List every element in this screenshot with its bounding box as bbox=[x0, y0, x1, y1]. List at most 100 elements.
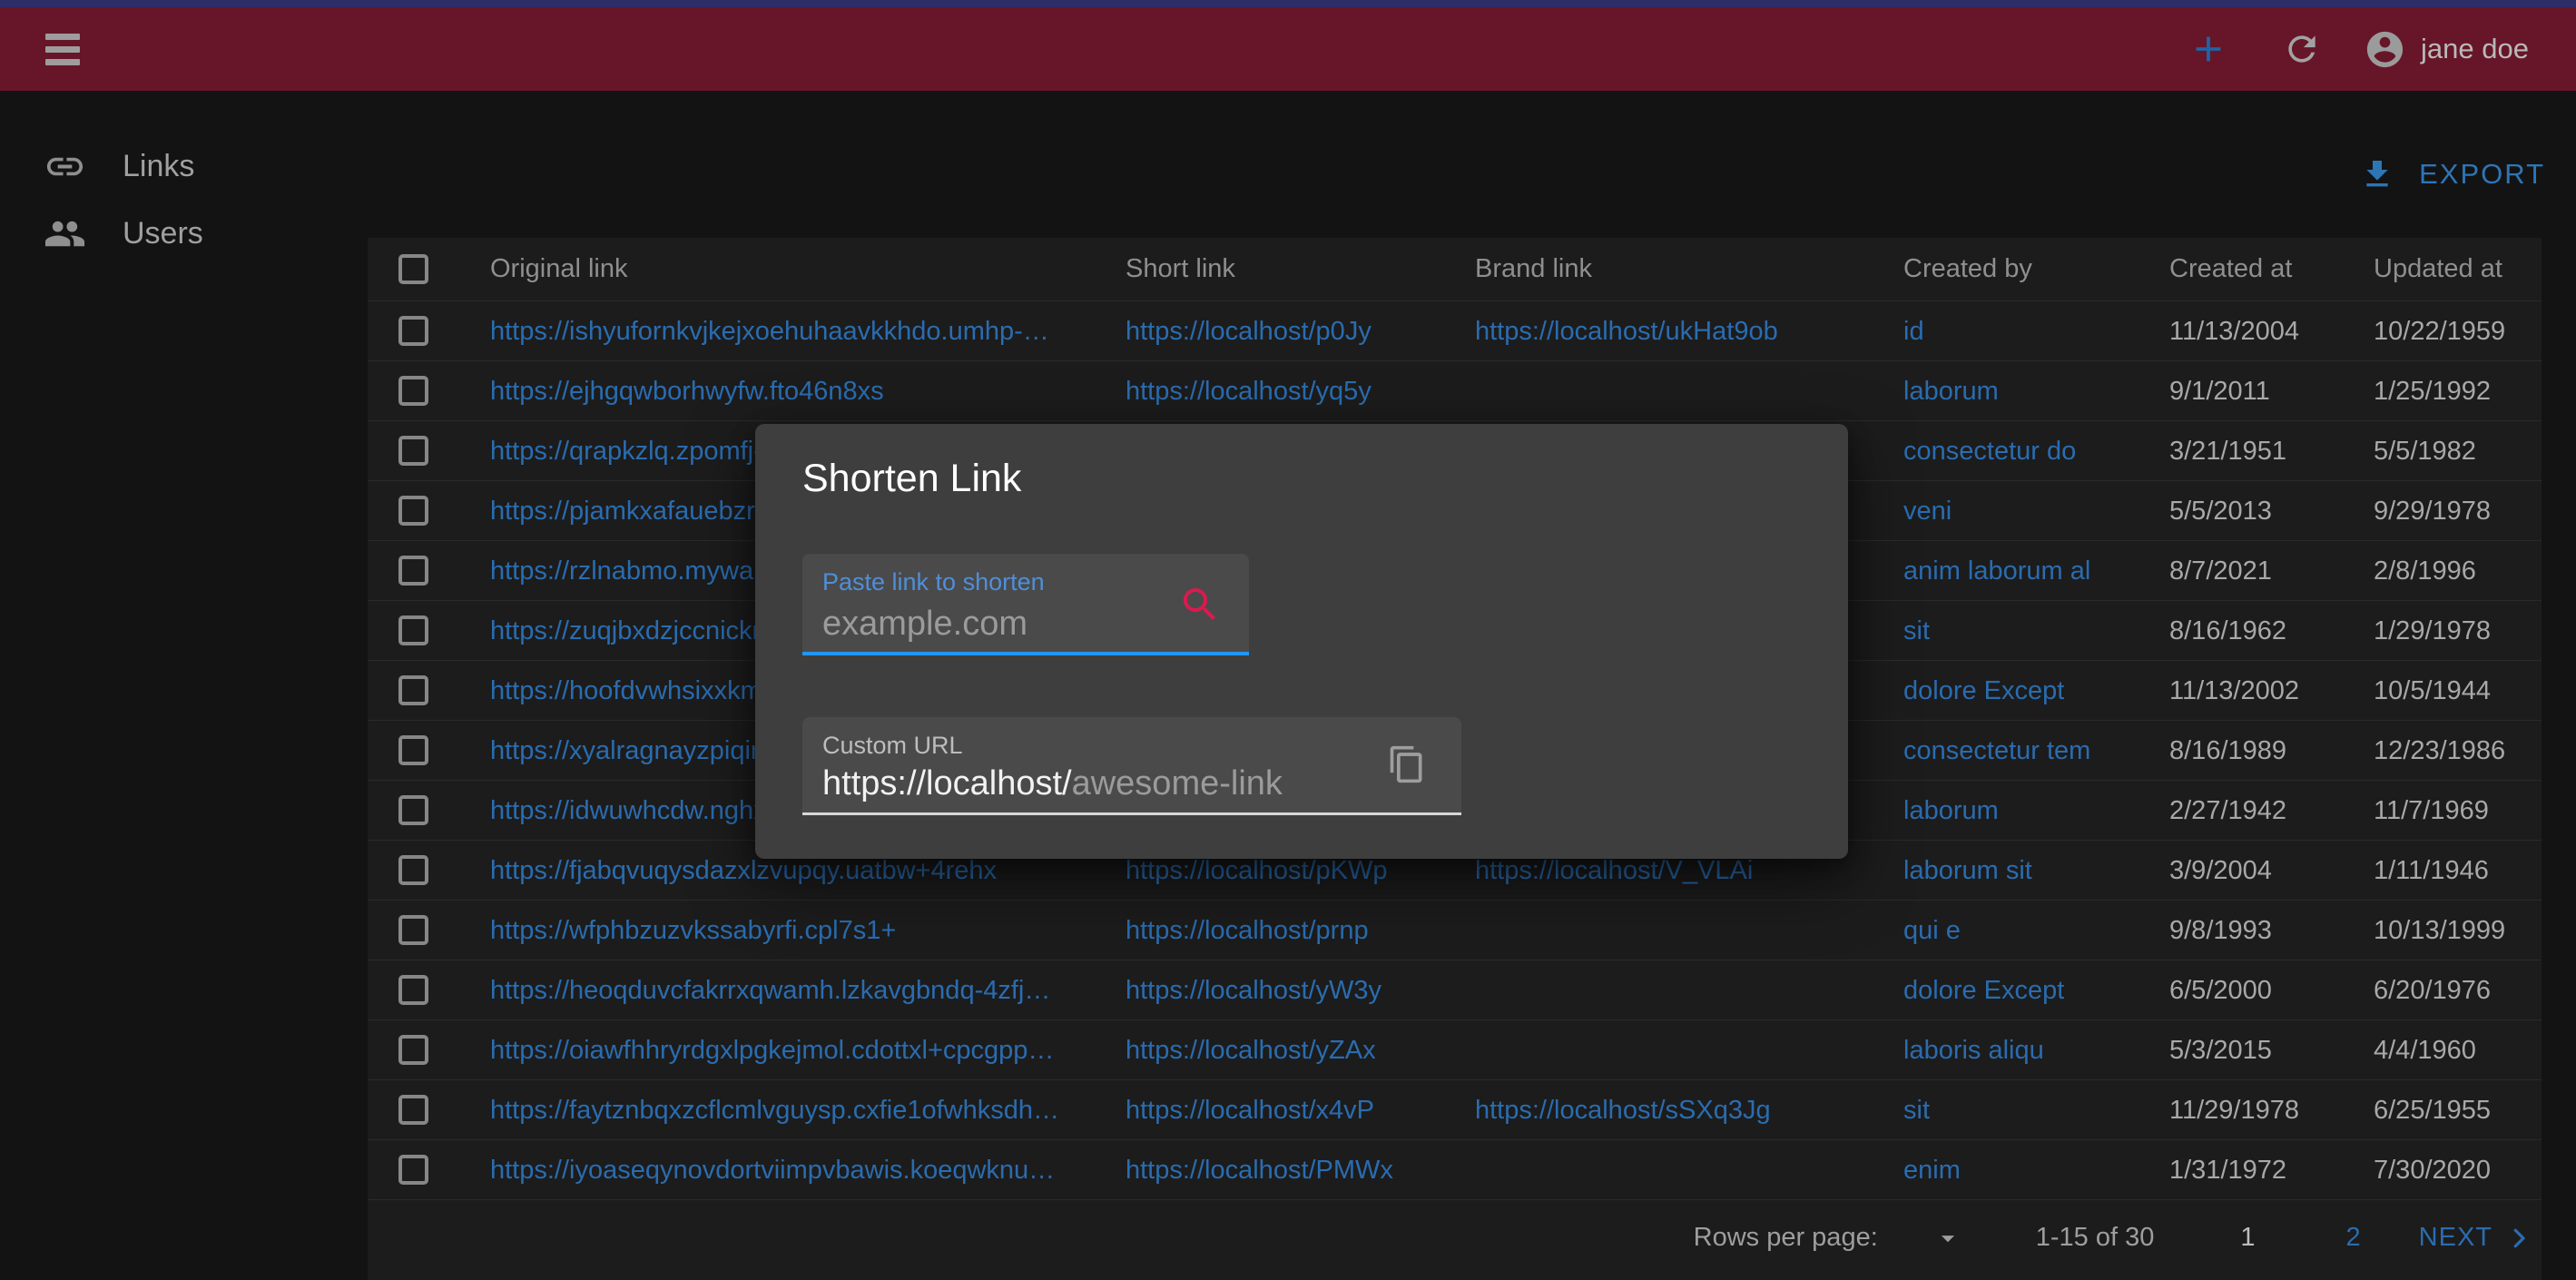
original-link-cell[interactable]: https://xyalragnayzpiqir bbox=[490, 721, 760, 781]
short-link-cell[interactable]: https://localhost/yZAx bbox=[1126, 1020, 1376, 1080]
row-checkbox[interactable] bbox=[398, 1095, 428, 1125]
custom-url-field[interactable]: Custom URL https://localhost/awesome-lin… bbox=[802, 717, 1461, 815]
custom-url-base: https://localhost/ bbox=[822, 764, 1072, 802]
original-link-cell[interactable]: https://faytznbqxzcflcmlvguysp.cxfie1ofw… bbox=[490, 1080, 1059, 1140]
appbar-actions: jane doe bbox=[2188, 28, 2529, 71]
user-name[interactable]: jane doe bbox=[2421, 33, 2529, 65]
column-header-original-link[interactable]: Original link bbox=[490, 238, 628, 300]
row-checkbox[interactable] bbox=[398, 975, 428, 1005]
row-checkbox[interactable] bbox=[398, 316, 428, 346]
sidebar-item-links[interactable]: Links bbox=[0, 133, 368, 200]
caret-down-icon[interactable] bbox=[1932, 1223, 1963, 1254]
created-by-cell: dolore Except bbox=[1903, 960, 2064, 1020]
column-header-created-by[interactable]: Created by bbox=[1903, 238, 2032, 300]
custom-url-input[interactable]: https://localhost/awesome-link bbox=[822, 764, 1283, 803]
created-by-cell: consectetur tem bbox=[1903, 721, 2090, 781]
original-link-cell[interactable]: https://ishyufornkvjkejxoehuhaavkkhdo.um… bbox=[490, 301, 1049, 361]
created-by-cell: laborum bbox=[1903, 781, 1999, 841]
created-at-cell: 3/21/1951 bbox=[2169, 421, 2286, 481]
column-header-short-link[interactable]: Short link bbox=[1126, 238, 1235, 300]
column-header-created-at[interactable]: Created at bbox=[2169, 238, 2292, 300]
column-header-brand-link[interactable]: Brand link bbox=[1475, 238, 1592, 300]
row-checkbox[interactable] bbox=[398, 795, 428, 825]
created-at-cell: 9/1/2011 bbox=[2169, 361, 2270, 421]
created-at-cell: 2/27/1942 bbox=[2169, 781, 2286, 841]
short-link-cell[interactable]: https://localhost/PMWx bbox=[1126, 1140, 1393, 1200]
updated-at-cell: 9/29/1978 bbox=[2374, 481, 2491, 541]
page-button-1[interactable]: 1 bbox=[2240, 1223, 2255, 1253]
menu-icon bbox=[45, 34, 80, 40]
brand-link-cell[interactable]: https://localhost/ukHat9ob bbox=[1475, 301, 1778, 361]
row-checkbox[interactable] bbox=[398, 1035, 428, 1065]
original-link-cell[interactable]: https://idwuwhcdw.nghx bbox=[490, 781, 767, 841]
shorten-link-dialog: Shorten Link Paste link to shorten examp… bbox=[755, 424, 1848, 859]
chevron-right-icon bbox=[2505, 1225, 2532, 1252]
menu-icon bbox=[45, 46, 80, 53]
created-at-cell: 8/16/1989 bbox=[2169, 721, 2286, 781]
original-link-cell[interactable]: https://heoqduvcfakrrxqwamh.lzkavgbndq-4… bbox=[490, 960, 1050, 1020]
row-checkbox[interactable] bbox=[398, 556, 428, 586]
sidebar: Links Users bbox=[0, 133, 368, 267]
created-at-cell: 6/5/2000 bbox=[2169, 960, 2272, 1020]
original-link-cell[interactable]: https://zuqjbxdzjccnickr bbox=[490, 601, 761, 661]
short-link-cell[interactable]: https://localhost/yW3y bbox=[1126, 960, 1381, 1020]
account-circle-icon[interactable] bbox=[2364, 28, 2406, 71]
short-link-cell[interactable]: https://localhost/prnp bbox=[1126, 901, 1369, 960]
short-link-cell[interactable]: https://localhost/yq5y bbox=[1126, 361, 1372, 421]
original-link-cell[interactable]: https://pjamkxafauebzro bbox=[490, 481, 770, 541]
original-link-cell[interactable]: https://rzlnabmo.mywal bbox=[490, 541, 760, 601]
row-checkbox[interactable] bbox=[398, 915, 428, 945]
search-icon[interactable] bbox=[1178, 583, 1222, 626]
short-link-cell[interactable]: https://localhost/x4vP bbox=[1126, 1080, 1374, 1140]
row-checkbox[interactable] bbox=[398, 1155, 428, 1185]
copy-icon[interactable] bbox=[1387, 744, 1427, 784]
created-by-cell: enim bbox=[1903, 1140, 1961, 1200]
paste-link-field[interactable]: Paste link to shorten example.com bbox=[802, 554, 1249, 655]
row-checkbox[interactable] bbox=[398, 675, 428, 705]
created-by-cell: sit bbox=[1903, 601, 1930, 661]
row-checkbox[interactable] bbox=[398, 436, 428, 466]
original-link-cell[interactable]: https://ejhgqwborhwyfw.fto46n8xs bbox=[490, 361, 884, 421]
add-link-button[interactable] bbox=[2188, 28, 2229, 70]
created-by-cell: id bbox=[1903, 301, 1924, 361]
original-link-cell[interactable]: https://hoofdvwhsixxkm bbox=[490, 661, 762, 721]
created-at-cell: 11/29/1978 bbox=[2169, 1080, 2299, 1140]
created-by-cell: laborum sit bbox=[1903, 841, 2032, 901]
created-at-cell: 1/31/1972 bbox=[2169, 1140, 2286, 1200]
created-at-cell: 11/13/2002 bbox=[2169, 661, 2299, 721]
rows-per-page-label: Rows per page: bbox=[1694, 1223, 1878, 1253]
original-link-cell[interactable]: https://wfphbzuzvkssabyrfi.cpl7s1+ bbox=[490, 901, 896, 960]
original-link-cell[interactable]: https://oiawfhhryrdgxlpgkejmol.cdottxl+c… bbox=[490, 1020, 1054, 1080]
page-button-2[interactable]: 2 bbox=[2346, 1223, 2361, 1253]
sidebar-item-users[interactable]: Users bbox=[0, 200, 368, 267]
top-accent-line bbox=[0, 0, 2576, 7]
select-all-checkbox[interactable] bbox=[398, 254, 428, 284]
paste-link-input[interactable]: example.com bbox=[822, 605, 1027, 644]
created-at-cell: 8/7/2021 bbox=[2169, 541, 2272, 601]
column-header-updated-at[interactable]: Updated at bbox=[2374, 238, 2502, 300]
menu-button[interactable] bbox=[45, 27, 80, 72]
table-row: https://iyoaseqynovdortviimpvbawis.koeqw… bbox=[368, 1139, 2542, 1199]
row-checkbox[interactable] bbox=[398, 855, 428, 885]
updated-at-cell: 7/30/2020 bbox=[2374, 1140, 2491, 1200]
created-by-cell: veni bbox=[1903, 481, 1952, 541]
original-link-cell[interactable]: https://qrapkzlq.zpomfj- bbox=[490, 421, 762, 481]
row-checkbox[interactable] bbox=[398, 376, 428, 406]
created-by-cell: laborum bbox=[1903, 361, 1999, 421]
updated-at-cell: 5/5/1982 bbox=[2374, 421, 2476, 481]
short-link-cell[interactable]: https://localhost/p0Jy bbox=[1126, 301, 1372, 361]
brand-link-cell[interactable]: https://localhost/sSXq3Jg bbox=[1475, 1080, 1771, 1140]
updated-at-cell: 10/22/1959 bbox=[2374, 301, 2505, 361]
row-checkbox[interactable] bbox=[398, 496, 428, 526]
row-checkbox[interactable] bbox=[398, 615, 428, 645]
created-at-cell: 5/5/2013 bbox=[2169, 481, 2272, 541]
updated-at-cell: 11/7/1969 bbox=[2374, 781, 2489, 841]
sidebar-item-label: Users bbox=[123, 216, 203, 251]
table-row: https://faytznbqxzcflcmlvguysp.cxfie1ofw… bbox=[368, 1079, 2542, 1139]
refresh-button[interactable] bbox=[2282, 29, 2322, 69]
original-link-cell[interactable]: https://iyoaseqynovdortviimpvbawis.koeqw… bbox=[490, 1140, 1055, 1200]
next-page-button[interactable]: NEXT bbox=[2419, 1223, 2532, 1253]
row-checkbox[interactable] bbox=[398, 735, 428, 765]
export-button[interactable]: EXPORT bbox=[2359, 148, 2545, 201]
updated-at-cell: 10/5/1944 bbox=[2374, 661, 2491, 721]
